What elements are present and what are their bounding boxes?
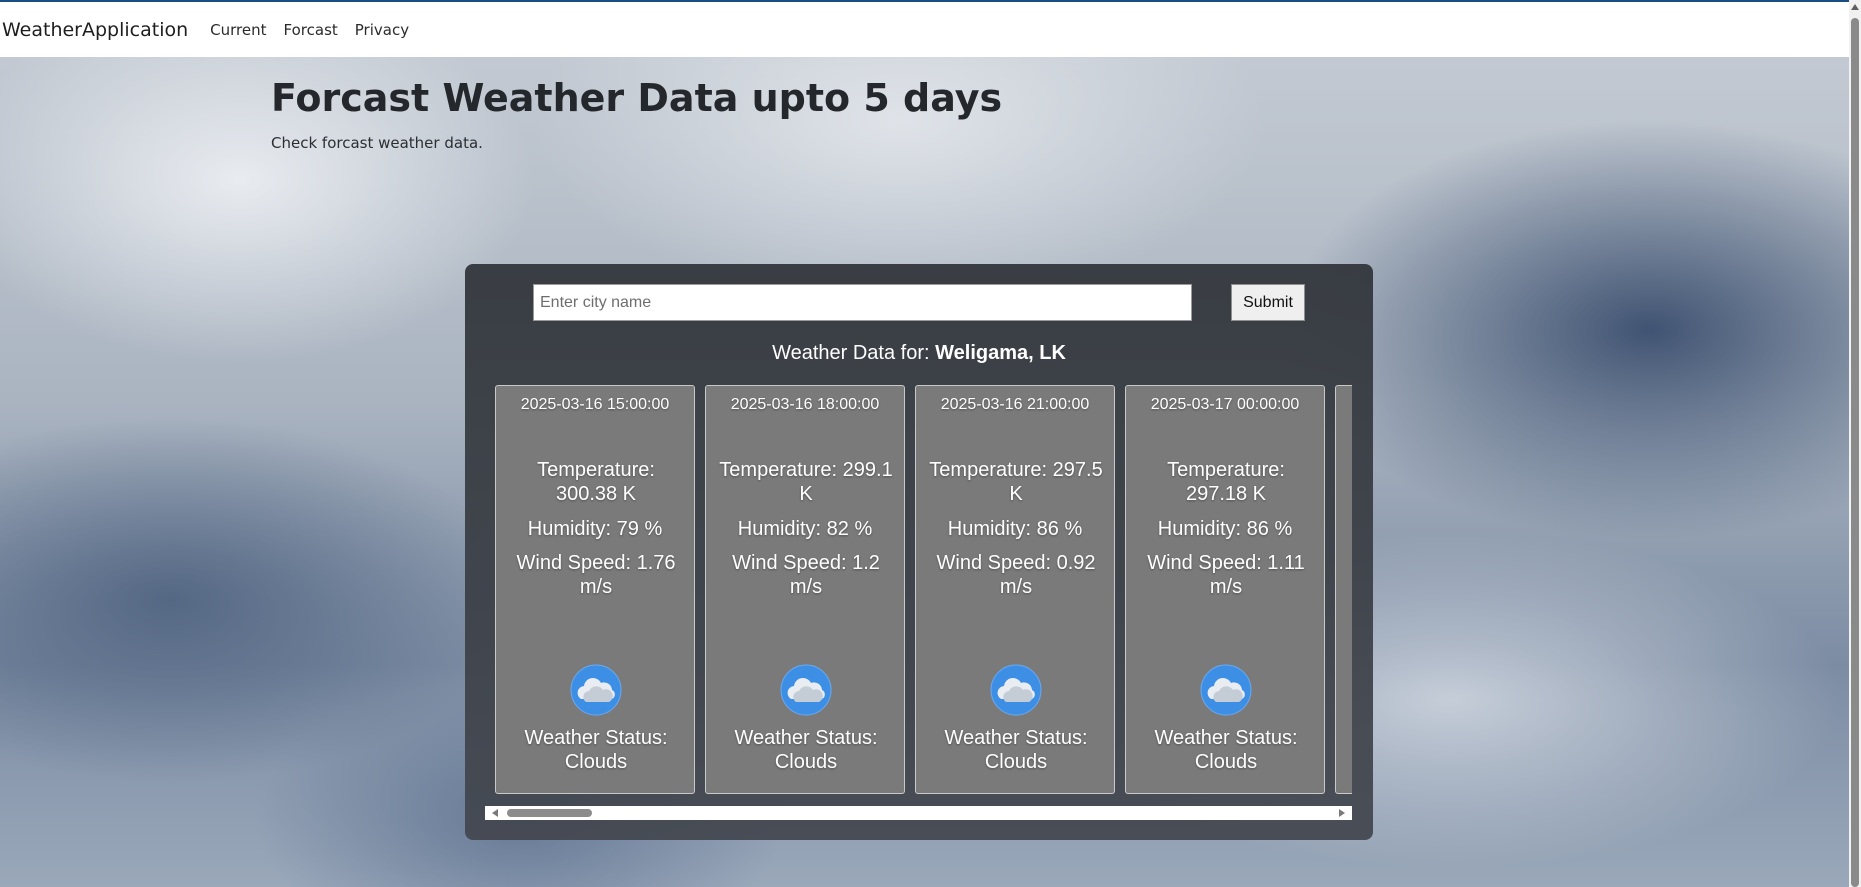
location-prefix: Weather Data for: (772, 342, 930, 364)
nav-link-privacy[interactable]: Privacy (355, 21, 409, 39)
card-temperature: Temperature: 300.38 K (537, 459, 655, 505)
cards-scrollbar-thumb[interactable] (507, 809, 592, 817)
page-scrollbar[interactable] (1849, 0, 1861, 887)
card-humidity: Humidity: 86 % (947, 518, 1083, 540)
clouds-icon (990, 664, 1042, 716)
forecast-cards-scroller[interactable]: 2025-03-16 15:00:00 Temperature: 300.38 … (495, 385, 1352, 795)
card-temperature: Temperature: 297.5 K (929, 459, 1103, 505)
card-weather-status: Weather Status: Clouds (1154, 727, 1298, 773)
submit-button[interactable]: Submit (1231, 284, 1305, 321)
scroll-left-arrow-icon[interactable] (492, 809, 498, 817)
card-wind-speed: Wind Speed: 0.92 m/s (936, 552, 1096, 598)
page-scrollbar-thumb[interactable] (1851, 18, 1859, 887)
cards-horizontal-scrollbar[interactable] (485, 806, 1352, 820)
top-navbar: WeatherApplication Current Forcast Priva… (0, 0, 1861, 57)
card-wind-speed: Wind Speed: 1.76 m/s (516, 552, 676, 598)
location-name: Weligama, LK (935, 342, 1066, 364)
card-weather-status: Weather Status: Clouds (944, 727, 1088, 773)
page-title: Forcast Weather Data upto 5 days (271, 76, 1003, 120)
card-weather-status: Weather Status: Clouds (524, 727, 668, 773)
card-temperature: Temperature: 297.18 K (1167, 459, 1285, 505)
nav-link-current[interactable]: Current (210, 21, 266, 39)
forecast-card: 2025-03-16 18:00:00 Temperature: 299.1 K… (705, 385, 905, 794)
brand-link[interactable]: WeatherApplication (2, 19, 188, 41)
location-heading: Weather Data for: Weligama, LK (465, 342, 1373, 365)
city-search-input[interactable] (533, 284, 1192, 321)
clouds-icon (780, 664, 832, 716)
nav-link-forcast[interactable]: Forcast (284, 21, 338, 39)
card-humidity: Humidity: 79 % (527, 518, 663, 540)
scroll-right-arrow-icon[interactable] (1339, 809, 1345, 817)
card-datetime: 2025-03-16 21:00:00 (940, 396, 1090, 413)
card-humidity: Humidity: 86 % (1157, 518, 1293, 540)
forecast-card: 2025-03-17 00:00:00 Temperature: 297.18 … (1125, 385, 1325, 794)
forecast-card-partial (1335, 385, 1352, 794)
card-datetime: 2025-03-16 18:00:00 (730, 396, 880, 413)
clouds-icon (570, 664, 622, 716)
card-temperature: Temperature: 299.1 K (719, 459, 893, 505)
card-humidity: Humidity: 82 % (737, 518, 873, 540)
page-subtitle: Check forcast weather data. (271, 134, 483, 152)
card-weather-status: Weather Status: Clouds (734, 727, 878, 773)
forecast-card: 2025-03-16 21:00:00 Temperature: 297.5 K… (915, 385, 1115, 794)
card-datetime: 2025-03-17 00:00:00 (1150, 396, 1300, 413)
card-datetime: 2025-03-16 15:00:00 (520, 396, 670, 413)
scroll-up-arrow-icon[interactable] (1851, 4, 1859, 10)
card-wind-speed: Wind Speed: 1.2 m/s (732, 552, 880, 598)
card-wind-speed: Wind Speed: 1.11 m/s (1147, 552, 1305, 598)
forecast-panel: Submit Weather Data for: Weligama, LK 20… (465, 264, 1373, 840)
clouds-icon (1200, 664, 1252, 716)
forecast-card: 2025-03-16 15:00:00 Temperature: 300.38 … (495, 385, 695, 794)
